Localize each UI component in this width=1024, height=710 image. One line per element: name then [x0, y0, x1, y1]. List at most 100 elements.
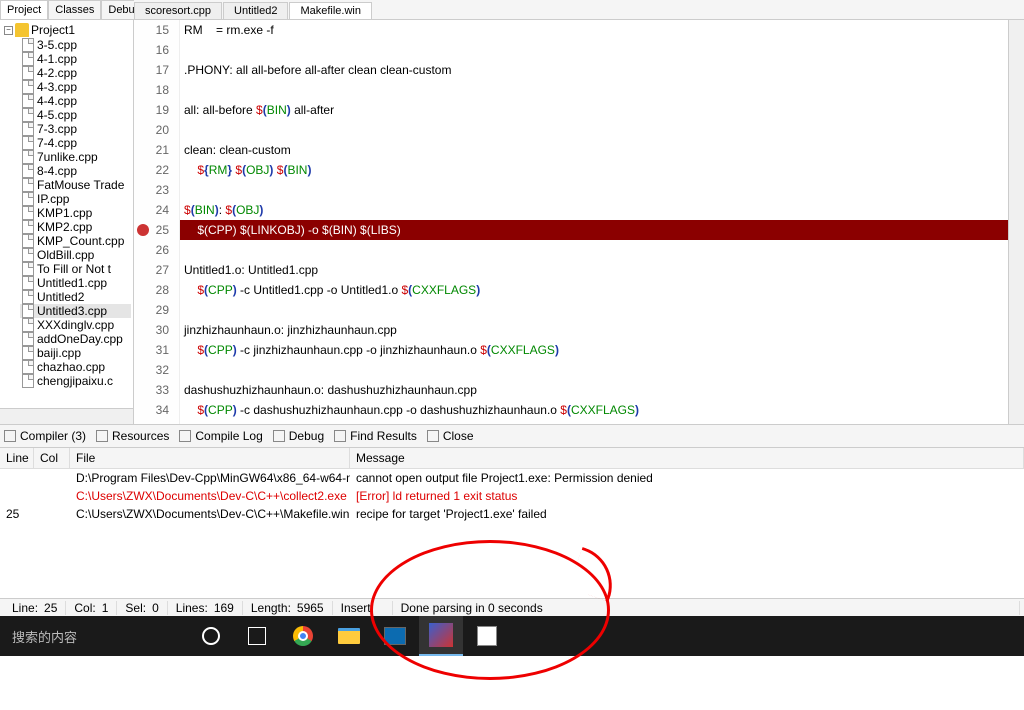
col-header-line[interactable]: Line	[0, 448, 34, 468]
file-label: IP.cpp	[37, 192, 69, 206]
tree-file[interactable]: 8-4.cpp	[20, 164, 131, 178]
file-label: 4-2.cpp	[37, 66, 77, 80]
collapse-icon[interactable]: −	[4, 26, 13, 35]
file-label: 3-5.cpp	[37, 38, 77, 52]
compiler-row[interactable]: C:\Users\ZWX\Documents\Dev-C\C++\collect…	[0, 487, 1024, 505]
file-icon	[22, 164, 34, 178]
cmd-app[interactable]	[373, 616, 417, 656]
tree-file[interactable]: baiji.cpp	[20, 346, 131, 360]
project-icon	[15, 23, 29, 37]
file-icon	[22, 94, 34, 108]
code-editor[interactable]: RM = rm.exe -f.PHONY: all all-before all…	[180, 20, 1008, 424]
breakpoint-icon[interactable]	[137, 224, 149, 236]
bottom-tab[interactable]: Resources	[96, 429, 169, 443]
file-icon	[22, 206, 34, 220]
file-label: 4-1.cpp	[37, 52, 77, 66]
editor-tab[interactable]: scoresort.cpp	[134, 2, 222, 19]
file-icon	[22, 262, 34, 276]
project-tree: − Project1 3-5.cpp4-1.cpp4-2.cpp4-3.cpp4…	[0, 20, 133, 408]
file-icon	[22, 192, 34, 206]
tree-file[interactable]: OldBill.cpp	[20, 248, 131, 262]
file-icon	[22, 38, 34, 52]
file-label: KMP_Count.cpp	[37, 234, 124, 248]
tree-file[interactable]: 7unlike.cpp	[20, 150, 131, 164]
explorer-app[interactable]	[327, 616, 371, 656]
file-label: addOneDay.cpp	[37, 332, 123, 346]
file-icon	[22, 150, 34, 164]
tree-file[interactable]: FatMouse Trade	[20, 178, 131, 192]
editor-tab[interactable]: Makefile.win	[289, 2, 372, 19]
bottom-tab[interactable]: Find Results	[334, 429, 417, 443]
line-gutter[interactable]: 1516171819202122232425262728293031323334…	[134, 20, 180, 424]
tree-file[interactable]: 4-5.cpp	[20, 108, 131, 122]
chrome-app[interactable]	[281, 616, 325, 656]
status-bar: Line:25 Col:1 Sel:0 Lines:169 Length:596…	[0, 598, 1024, 616]
file-icon	[22, 304, 34, 318]
file-icon	[22, 52, 34, 66]
col-header-message[interactable]: Message	[350, 448, 1024, 468]
file-label: 4-5.cpp	[37, 108, 77, 122]
bottom-tab[interactable]: Compiler (3)	[4, 429, 86, 443]
bottom-tab[interactable]: Debug	[273, 429, 324, 443]
col-header-file[interactable]: File	[70, 448, 350, 468]
tree-file[interactable]: Untitled3.cpp	[20, 304, 131, 318]
taskbar-search-text[interactable]: 搜索的内容	[4, 627, 85, 646]
tree-file[interactable]: KMP_Count.cpp	[20, 234, 131, 248]
tree-file[interactable]: 4-4.cpp	[20, 94, 131, 108]
tree-file[interactable]: KMP2.cpp	[20, 220, 131, 234]
notepad-app[interactable]	[465, 616, 509, 656]
tree-file[interactable]: XXXdinglv.cpp	[20, 318, 131, 332]
tree-file[interactable]: Untitled1.cpp	[20, 276, 131, 290]
editor-tab[interactable]: Untitled2	[223, 2, 288, 19]
bottom-tab[interactable]: Close	[427, 429, 474, 443]
file-label: 7unlike.cpp	[37, 150, 98, 164]
tree-file[interactable]: KMP1.cpp	[20, 206, 131, 220]
tree-file[interactable]: 4-2.cpp	[20, 66, 131, 80]
tree-file[interactable]: chazhao.cpp	[20, 360, 131, 374]
tree-file[interactable]: 4-1.cpp	[20, 52, 131, 66]
sidebar-tab-classes[interactable]: Classes	[48, 0, 101, 19]
file-icon	[22, 136, 34, 150]
file-label: 7-4.cpp	[37, 136, 77, 150]
devcpp-app[interactable]	[419, 616, 463, 656]
file-icon	[22, 346, 34, 360]
tree-file[interactable]: 3-5.cpp	[20, 38, 131, 52]
cortana-button[interactable]	[189, 616, 233, 656]
file-label: baiji.cpp	[37, 346, 81, 360]
bottom-tab[interactable]: Compile Log	[179, 429, 262, 443]
file-icon	[22, 234, 34, 248]
windows-taskbar: 搜索的内容	[0, 616, 1024, 656]
file-icon	[22, 80, 34, 94]
file-label: chazhao.cpp	[37, 360, 105, 374]
file-label: Untitled2	[37, 290, 84, 304]
taskview-button[interactable]	[235, 616, 279, 656]
file-icon	[22, 318, 34, 332]
tab-icon	[427, 430, 439, 442]
tab-icon	[179, 430, 191, 442]
editor-vscroll[interactable]	[1008, 20, 1024, 424]
tree-file[interactable]: chengjipaixu.c	[20, 374, 131, 388]
compiler-output[interactable]: Line Col File Message D:\Program Files\D…	[0, 448, 1024, 598]
tab-icon	[96, 430, 108, 442]
col-header-col[interactable]: Col	[34, 448, 70, 468]
project-label: Project1	[31, 23, 75, 37]
file-icon	[22, 178, 34, 192]
tree-file[interactable]: 4-3.cpp	[20, 80, 131, 94]
compiler-row[interactable]: 25C:\Users\ZWX\Documents\Dev-C\C++\Makef…	[0, 505, 1024, 523]
file-icon	[22, 276, 34, 290]
tree-file[interactable]: addOneDay.cpp	[20, 332, 131, 346]
tree-file[interactable]: IP.cpp	[20, 192, 131, 206]
tree-file[interactable]: Untitled2	[20, 290, 131, 304]
tree-file[interactable]: 7-3.cpp	[20, 122, 131, 136]
tree-file[interactable]: 7-4.cpp	[20, 136, 131, 150]
file-icon	[22, 248, 34, 262]
file-label: KMP2.cpp	[37, 220, 92, 234]
file-label: FatMouse Trade	[37, 178, 124, 192]
sidebar-tab-project[interactable]: Project	[0, 0, 48, 19]
tree-file[interactable]: To Fill or Not t	[20, 262, 131, 276]
editor-tabs: scoresort.cppUntitled2Makefile.win	[134, 0, 1024, 20]
compiler-row[interactable]: D:\Program Files\Dev-Cpp\MinGW64\x86_64-…	[0, 469, 1024, 487]
sidebar-hscroll[interactable]	[0, 408, 133, 424]
project-root[interactable]: − Project1	[2, 22, 131, 38]
file-label: 7-3.cpp	[37, 122, 77, 136]
